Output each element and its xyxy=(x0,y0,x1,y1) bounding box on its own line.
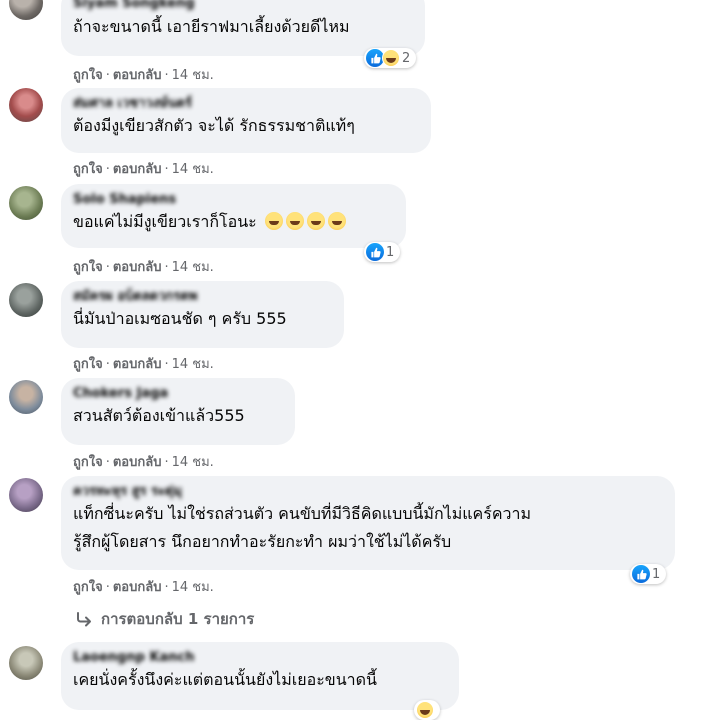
comment-actions: ถูกใจ · ตอบกลับ · 14 ชม. xyxy=(73,68,214,83)
comment-bubble: Chokers Jaga สวนสัตว์ต้องเข้าแล้ว555 xyxy=(61,378,295,445)
commenter-name[interactable]: Solo Shapiens xyxy=(73,191,394,208)
comment-actions: ถูกใจ · ตอบกลับ · 14 ชม. xyxy=(73,455,214,470)
reaction-count: 2 xyxy=(402,50,411,66)
comment-bubble: Solo Shapiens ขอแค่ไม่มีงูเขียวเราก็โอนะ xyxy=(61,184,406,248)
timestamp[interactable]: 14 ชม. xyxy=(172,455,214,470)
commenter-name[interactable]: ส่มศาล เวชาวงษ์นตร์ xyxy=(73,95,419,112)
comment-actions: ถูกใจ · ตอบกลับ · 14 ชม. xyxy=(73,580,214,595)
view-replies-link[interactable]: การตอบกลับ 1 รายการ xyxy=(75,607,254,631)
comment-bubble: ส่มศาล เวชาวงษ์นตร์ ต้องมีงูเขียวสักตัว … xyxy=(61,88,431,153)
reply-button[interactable]: ตอบกลับ xyxy=(113,580,162,595)
comment-text: ขอแค่ไม่มีงูเขียวเราก็โอนะ xyxy=(73,208,394,236)
reaction-summary[interactable] xyxy=(414,700,440,720)
comment-bubble: สมัครผ อบ็ตลดวกรตพ นี่มันป่าอเมซอนชัด ๆ … xyxy=(61,281,344,348)
reaction-count: 1 xyxy=(652,566,661,582)
comment-bubble: Laoengnp Kanch เคยนั่งครั้งนึงค่ะแต่ตอนน… xyxy=(61,642,459,710)
like-button[interactable]: ถูกใจ xyxy=(73,68,103,83)
haha-icon xyxy=(382,49,400,67)
like-icon xyxy=(366,243,384,261)
avatar[interactable] xyxy=(9,380,43,414)
like-button[interactable]: ถูกใจ xyxy=(73,357,103,372)
avatar[interactable] xyxy=(9,0,43,20)
avatar[interactable] xyxy=(9,186,43,220)
like-button[interactable]: ถูกใจ xyxy=(73,260,103,275)
emoji-grin-icon xyxy=(285,212,304,230)
comment-text: เคยนั่งครั้งนึงค่ะแต่ตอนนั้นยังไม่เยอะขน… xyxy=(73,670,377,689)
commenter-name[interactable]: Chokers Jaga xyxy=(73,385,283,402)
reply-arrow-icon xyxy=(77,612,91,627)
comment-actions: ถูกใจ · ตอบกลับ · 14 ชม. xyxy=(73,162,214,177)
reply-button[interactable]: ตอบกลับ xyxy=(113,260,162,275)
replies-label: การตอบกลับ 1 รายการ xyxy=(101,610,255,628)
reaction-summary[interactable]: 2 xyxy=(364,48,417,68)
avatar[interactable] xyxy=(9,283,43,317)
commenter-name[interactable]: สมัครผ อบ็ตลดวกรตพ xyxy=(73,288,332,305)
timestamp[interactable]: 14 ชม. xyxy=(172,357,214,372)
commenter-name[interactable]: Laoengnp Kanch xyxy=(73,649,447,666)
timestamp[interactable]: 14 ชม. xyxy=(172,580,214,595)
avatar[interactable] xyxy=(9,478,43,512)
comment-text: แท็กซี่นะครับ ไม่ใช่รถส่วนตัว คนขับที่มี… xyxy=(73,504,532,551)
timestamp[interactable]: 14 ชม. xyxy=(172,68,214,83)
emoji-grin-icon xyxy=(264,212,283,230)
like-button[interactable]: ถูกใจ xyxy=(73,580,103,595)
reply-button[interactable]: ตอบกลับ xyxy=(113,455,162,470)
timestamp[interactable]: 14 ชม. xyxy=(172,162,214,177)
like-button[interactable]: ถูกใจ xyxy=(73,162,103,177)
commenter-name[interactable]: Siyam Songkeng xyxy=(73,0,413,12)
avatar[interactable] xyxy=(9,646,43,680)
like-icon xyxy=(632,565,650,583)
reaction-summary[interactable]: 1 xyxy=(630,564,667,584)
haha-icon xyxy=(416,701,434,719)
avatar[interactable] xyxy=(9,88,43,122)
reply-button[interactable]: ตอบกลับ xyxy=(113,357,162,372)
comment-text: ถ้าจะขนาดนี้ เอายีราฟมาเลี้ยงด้วยดีไหม xyxy=(73,17,350,36)
comment-text: นี่มันป่าอเมซอนชัด ๆ ครับ 555 xyxy=(73,309,287,328)
commenter-name[interactable]: ควรทะหุร สูร ระดุ่มุ xyxy=(73,483,663,500)
reply-button[interactable]: ตอบกลับ xyxy=(113,68,162,83)
emoji-grin-icon xyxy=(327,212,346,230)
comment-bubble: ควรทะหุร สูร ระดุ่มุ แท็กซี่นะครับ ไม่ใช… xyxy=(61,476,675,570)
reaction-count: 1 xyxy=(386,244,395,260)
like-button[interactable]: ถูกใจ xyxy=(73,455,103,470)
timestamp[interactable]: 14 ชม. xyxy=(172,260,214,275)
comment-actions: ถูกใจ · ตอบกลับ · 14 ชม. xyxy=(73,357,214,372)
comment-actions: ถูกใจ · ตอบกลับ · 14 ชม. xyxy=(73,260,214,275)
comment-text: ต้องมีงูเขียวสักตัว จะได้ รักธรรมชาติแท้… xyxy=(73,116,355,135)
reaction-summary[interactable]: 1 xyxy=(364,242,401,262)
emoji-grin-icon xyxy=(306,212,325,230)
comment-text: สวนสัตว์ต้องเข้าแล้ว555 xyxy=(73,406,245,425)
reply-button[interactable]: ตอบกลับ xyxy=(113,162,162,177)
